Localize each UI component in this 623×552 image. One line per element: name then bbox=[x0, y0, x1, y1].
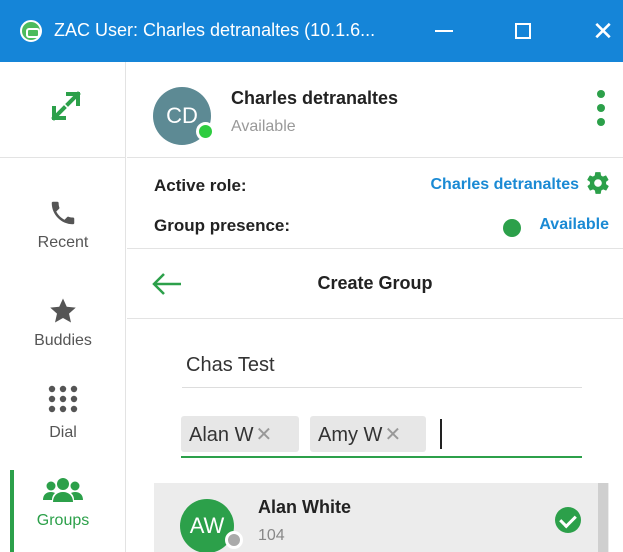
member-chip-label: Amy W bbox=[318, 424, 383, 446]
presence-dot-icon bbox=[196, 122, 215, 141]
offline-status-icon bbox=[225, 531, 243, 549]
nav-item-dial[interactable]: Dial bbox=[0, 384, 126, 442]
title-bar: ZAC User: Charles detranaltes (10.1.6...… bbox=[0, 0, 623, 62]
maximize-icon bbox=[515, 23, 531, 39]
minimize-icon bbox=[435, 30, 453, 32]
nav-item-groups[interactable]: Groups bbox=[0, 476, 126, 530]
remove-chip-icon[interactable]: ✕ bbox=[255, 424, 272, 446]
scrollbar[interactable] bbox=[598, 483, 608, 552]
text-caret bbox=[440, 419, 442, 449]
left-rail: Recent Buddies Dial Groups bbox=[0, 62, 126, 552]
user-name: Charles detranaltes bbox=[231, 88, 399, 108]
nav-item-recent[interactable]: Recent bbox=[0, 198, 126, 252]
user-header: CD Charles detranaltes Available bbox=[127, 62, 623, 158]
active-role-link[interactable]: Charles detranaltes bbox=[430, 176, 579, 194]
window-title: ZAC User: Charles detranaltes (10.1.6... bbox=[54, 20, 376, 40]
group-presence-link[interactable]: Available bbox=[539, 216, 609, 234]
contact-extension: 104 bbox=[258, 527, 285, 544]
list-item[interactable]: AW Alan White 104 bbox=[154, 483, 609, 552]
nav-label-dial: Dial bbox=[49, 424, 77, 441]
nav-label-recent: Recent bbox=[37, 234, 89, 251]
more-options-icon[interactable] bbox=[597, 90, 607, 130]
selected-check-icon[interactable] bbox=[555, 507, 581, 533]
nav-label-groups: Groups bbox=[36, 512, 90, 529]
active-role-row: Active role: Charles detranaltes bbox=[127, 168, 623, 204]
presence-status-icon bbox=[503, 219, 521, 237]
group-name-input[interactable]: Chas Test bbox=[182, 350, 582, 388]
dialpad-icon bbox=[48, 385, 78, 413]
member-chip: Amy W ✕ bbox=[310, 416, 426, 452]
contact-name: Alan White bbox=[258, 497, 351, 517]
member-chip-label: Alan W bbox=[189, 424, 254, 446]
page-title: Create Group bbox=[317, 273, 433, 293]
members-input[interactable]: Alan W ✕ Amy W ✕ bbox=[181, 414, 582, 458]
nav-item-buddies[interactable]: Buddies bbox=[0, 296, 126, 350]
create-group-header: Create Group bbox=[127, 249, 623, 319]
user-status: Available bbox=[231, 118, 296, 135]
rail-header bbox=[0, 62, 126, 158]
nav-label-buddies: Buddies bbox=[34, 332, 92, 349]
groups-icon bbox=[43, 478, 83, 502]
maximize-button[interactable] bbox=[495, 0, 551, 62]
expand-icon[interactable] bbox=[48, 88, 84, 124]
minimize-button[interactable] bbox=[416, 0, 472, 62]
group-presence-label: Group presence: bbox=[154, 216, 291, 235]
phone-icon bbox=[51, 201, 75, 225]
close-button[interactable]: ✕ bbox=[575, 0, 623, 62]
active-role-label: Active role: bbox=[154, 176, 247, 195]
gear-icon[interactable] bbox=[585, 170, 611, 196]
member-chip: Alan W ✕ bbox=[181, 416, 299, 452]
close-icon: ✕ bbox=[592, 15, 614, 46]
group-presence-row: Group presence: Available bbox=[127, 208, 623, 244]
star-icon bbox=[50, 298, 76, 323]
app-logo-icon bbox=[20, 20, 42, 42]
remove-chip-icon[interactable]: ✕ bbox=[384, 424, 401, 446]
